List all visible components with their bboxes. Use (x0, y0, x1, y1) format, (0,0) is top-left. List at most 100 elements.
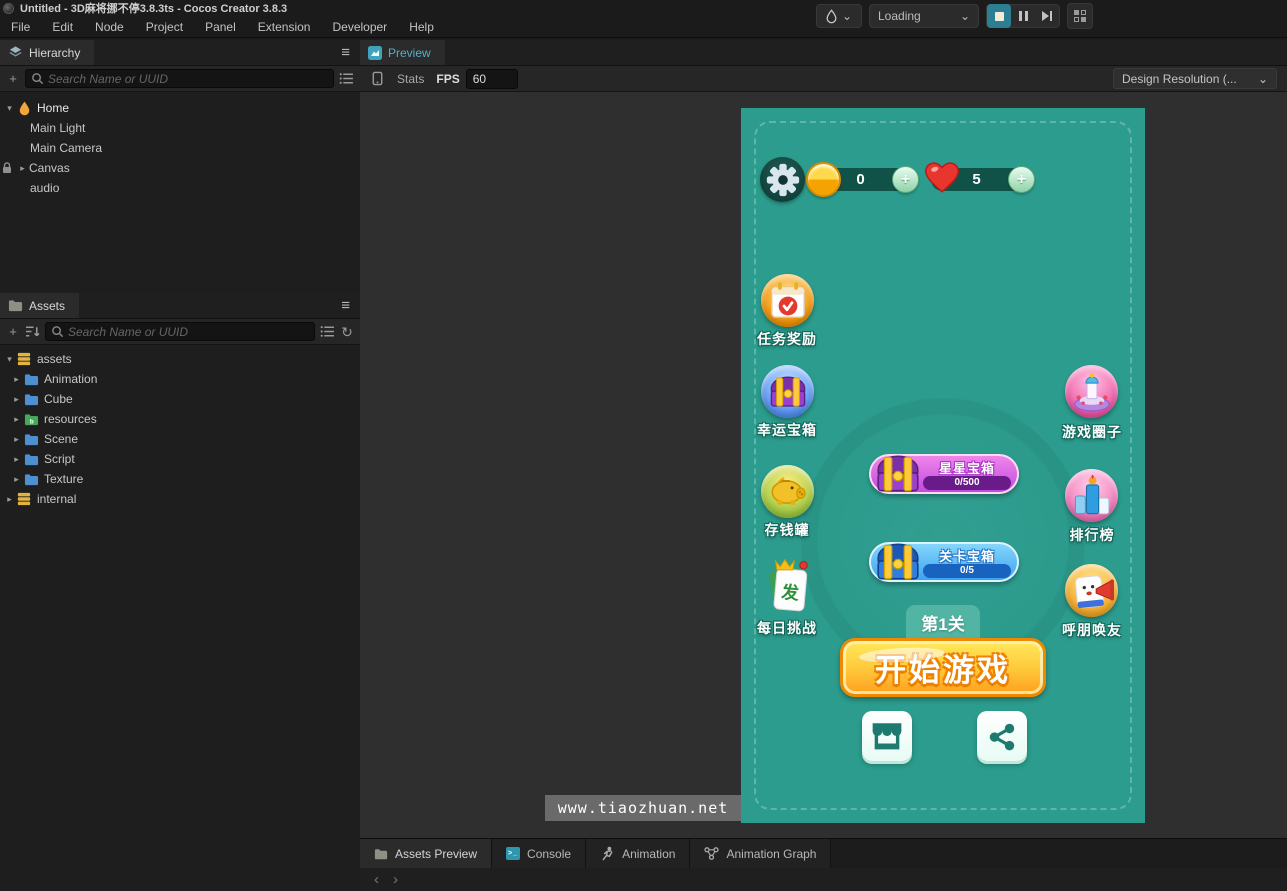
tab-assets-preview[interactable]: Assets Preview (360, 839, 492, 868)
menu-developer[interactable]: Developer (321, 20, 398, 34)
hierarchy-searchbox[interactable] (25, 69, 334, 88)
start-game-button[interactable]: 开始游戏 (840, 638, 1046, 697)
pause-button[interactable] (1011, 4, 1035, 28)
tree-node-home[interactable]: ▾ Home (0, 98, 360, 118)
add-coins-button[interactable]: + (892, 166, 919, 193)
invite-friends-label: 呼朋唤友 (1037, 620, 1145, 640)
filter-icon[interactable] (339, 72, 354, 85)
tab-assets[interactable]: Assets (0, 293, 79, 318)
lucky-chest-button[interactable] (761, 365, 814, 418)
design-resolution-dropdown[interactable]: Design Resolution (... ⌄ (1113, 68, 1277, 89)
menu-bar: File Edit Node Project Panel Extension D… (0, 16, 1287, 38)
dropdown-chevron-icon: ⌄ (1258, 72, 1268, 86)
coin-icon (806, 162, 841, 197)
settings-button[interactable] (760, 157, 805, 202)
tree-node-canvas[interactable]: ▸ Canvas (0, 158, 360, 178)
layers-icon (8, 45, 23, 60)
shop-button[interactable] (862, 711, 912, 761)
refresh-icon[interactable]: ↻ (340, 325, 354, 339)
daily-challenge-button[interactable] (760, 558, 816, 616)
tree-node-internal[interactable]: ▸ internal (0, 489, 360, 509)
chevron-right-icon[interactable]: ▸ (10, 414, 23, 425)
menu-edit[interactable]: Edit (41, 20, 84, 34)
menu-file[interactable]: File (0, 20, 41, 34)
level-chest-button[interactable]: 关卡宝箱 0/5 (869, 542, 1019, 582)
lucky-chest-label: 幸运宝箱 (741, 420, 842, 440)
stop-icon (995, 12, 1004, 21)
share-button[interactable] (977, 711, 1027, 761)
assets-search-input[interactable] (68, 325, 309, 339)
watermark: www.tiaozhuan.net (545, 795, 741, 821)
hierarchy-menu-icon[interactable]: ≡ (341, 45, 360, 60)
invite-friends-button[interactable] (1065, 564, 1118, 617)
heart-icon (923, 160, 961, 194)
folder-icon (23, 431, 39, 447)
game-canvas[interactable]: 0 + 5 + 任务奖励 幸运宝箱 存钱罐 每日挑战 游戏圈子 (741, 108, 1145, 823)
assets-menu-icon[interactable]: ≡ (341, 298, 360, 313)
chevron-right-icon[interactable]: ▸ (10, 454, 23, 465)
create-node-icon[interactable]: + (6, 72, 20, 85)
menu-extension[interactable]: Extension (247, 20, 322, 34)
level-chest-icon (873, 539, 923, 585)
fps-input[interactable] (466, 69, 518, 89)
hierarchy-search-input[interactable] (48, 72, 328, 86)
tab-console[interactable]: >_ Console (492, 839, 586, 868)
dropdown-chevron-icon: ⌄ (960, 9, 970, 23)
tree-node-main-light[interactable]: Main Light (0, 118, 360, 138)
menu-panel[interactable]: Panel (194, 20, 247, 34)
filter-icon[interactable] (320, 325, 335, 338)
chevron-down-icon[interactable]: ▾ (3, 354, 16, 365)
tab-animation[interactable]: Animation (586, 839, 690, 868)
device-icon[interactable] (370, 71, 385, 86)
stop-button[interactable] (987, 4, 1011, 28)
title-bar: Untitled - 3D麻将挪不停3.8.3ts - Cocos Creato… (0, 0, 1287, 16)
chevron-right-icon[interactable]: ▸ (10, 374, 23, 385)
piggy-bank-icon (767, 475, 809, 509)
game-circle-button[interactable] (1065, 365, 1118, 418)
menu-project[interactable]: Project (135, 20, 194, 34)
scene-select[interactable]: Loading ⌄ (869, 4, 979, 28)
chevron-right-icon[interactable]: ▸ (16, 163, 29, 174)
megaphone-character-icon (1069, 570, 1115, 612)
tab-preview[interactable]: Preview (360, 40, 445, 65)
menu-node[interactable]: Node (84, 20, 135, 34)
menu-help[interactable]: Help (398, 20, 445, 34)
assets-searchbox[interactable] (45, 322, 315, 341)
platform-dropdown[interactable]: ⌄ (816, 4, 862, 28)
tree-node-assets[interactable]: ▾ assets (0, 349, 360, 369)
tree-node-main-camera[interactable]: Main Camera (0, 138, 360, 158)
chevron-right-icon[interactable]: ▸ (10, 474, 23, 485)
tab-animation-graph[interactable]: Animation Graph (690, 839, 831, 868)
leaderboard-button[interactable] (1065, 469, 1118, 522)
folder-icon (8, 298, 23, 313)
chevron-right-icon[interactable]: ▸ (3, 494, 16, 505)
back-button[interactable]: ‹ (374, 871, 379, 888)
forward-button[interactable]: › (393, 871, 398, 888)
add-lives-button[interactable]: + (1008, 166, 1035, 193)
layout-button[interactable] (1067, 3, 1093, 29)
step-button[interactable] (1035, 4, 1059, 28)
tree-node-cube[interactable]: ▸ Cube (0, 389, 360, 409)
tree-node-script[interactable]: ▸ Script (0, 449, 360, 469)
tree-node-scene[interactable]: ▸ Scene (0, 429, 360, 449)
tree-node-audio[interactable]: audio (0, 178, 360, 198)
sort-icon[interactable] (25, 325, 40, 338)
tree-node-animation[interactable]: ▸ Animation (0, 369, 360, 389)
preview-nav: ‹ › (360, 868, 1287, 891)
tree-node-texture[interactable]: ▸ Texture (0, 469, 360, 489)
treasure-chest-icon (767, 373, 809, 411)
create-asset-icon[interactable]: + (6, 325, 20, 338)
piggy-bank-button[interactable] (761, 465, 814, 518)
chevron-right-icon[interactable]: ▸ (10, 394, 23, 405)
task-rewards-label: 任务奖励 (741, 329, 842, 349)
tab-hierarchy[interactable]: Hierarchy (0, 40, 94, 65)
task-rewards-button[interactable] (761, 274, 814, 327)
folder-icon (23, 391, 39, 407)
star-chest-icon (873, 451, 923, 497)
stats-toggle[interactable]: Stats (397, 72, 424, 86)
star-chest-button[interactable]: 星星宝箱 0/500 (869, 454, 1019, 494)
tree-node-resources[interactable]: ▸ resources (0, 409, 360, 429)
chevron-right-icon[interactable]: ▸ (10, 434, 23, 445)
chevron-down-icon[interactable]: ▾ (3, 103, 16, 114)
preview-toolbar: Stats FPS Design Resolution (... ⌄ (360, 66, 1287, 92)
